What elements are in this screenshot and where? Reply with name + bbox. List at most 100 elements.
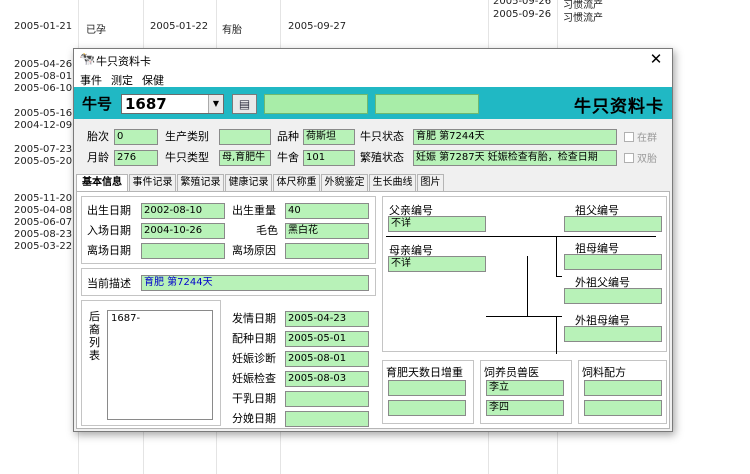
bg-cell: 2005-06-07 — [14, 217, 73, 228]
feed-field-1[interactable] — [584, 380, 662, 396]
age-label: 月龄 — [87, 151, 109, 164]
bg-cell: 2005-09-26 — [493, 9, 552, 20]
mating-label: 配种日期 — [232, 332, 276, 345]
preg-diag-field[interactable]: 2005-08-01 — [285, 351, 369, 367]
bg-cell: 2005-05-16 — [14, 108, 73, 119]
tab-event-records[interactable]: 事件记录 — [129, 174, 176, 191]
bg-cell: 2005-11-20 — [14, 193, 73, 204]
lookup-button[interactable]: ▤ — [232, 94, 257, 114]
dry-field[interactable] — [285, 391, 369, 407]
twin-checkbox[interactable]: 双胎 — [624, 150, 657, 165]
paternal-grandsire-field[interactable] — [564, 216, 662, 232]
menu-events[interactable]: 事件 — [80, 72, 102, 88]
tab-health-records[interactable]: 健康记录 — [225, 174, 272, 191]
status-label: 牛只状态 — [360, 130, 404, 143]
tab-breeding-records[interactable]: 繁殖记录 — [177, 174, 224, 191]
birth-date-field[interactable]: 2002-08-10 — [141, 203, 225, 219]
list-item[interactable]: 1687- — [111, 313, 209, 324]
breed-status-field[interactable]: 妊娠 第7287天 妊娠检查有胎，检查日期 — [413, 150, 617, 166]
calving-field[interactable] — [285, 411, 369, 427]
prod-type-field[interactable] — [219, 129, 271, 145]
birth-date-label: 出生日期 — [87, 204, 131, 217]
card-icon: ▤ — [238, 97, 251, 111]
leave-reason-field[interactable] — [285, 243, 369, 259]
bg-cell: 2005-04-08 — [14, 205, 73, 216]
bg-cell: 2005-01-22 — [150, 21, 209, 32]
estrus-label: 发情日期 — [232, 312, 276, 325]
feed-field-2[interactable] — [584, 400, 662, 416]
bg-cell: 2005-08-23 — [14, 229, 73, 240]
leave-reason-label: 离场原因 — [232, 244, 276, 257]
bg-cell: 2005-04-26 — [14, 59, 73, 70]
vet-field[interactable]: 李四 — [486, 400, 564, 416]
in-herd-checkbox[interactable]: 在群 — [624, 129, 657, 144]
coat-field[interactable]: 黑白花 — [285, 223, 369, 239]
menu-health[interactable]: 保健 — [142, 72, 164, 88]
entry-date-label: 入场日期 — [87, 224, 131, 237]
current-desc-field[interactable]: 育肥 第7244天 — [141, 275, 369, 291]
dry-label: 干乳日期 — [232, 392, 276, 405]
coat-label: 毛色 — [256, 224, 278, 237]
mating-field[interactable]: 2005-05-01 — [285, 331, 369, 347]
barn-field[interactable]: 101 — [303, 150, 355, 166]
birth-weight-field[interactable]: 40 — [285, 203, 369, 219]
bg-cell: 2004-12-09 — [14, 120, 73, 131]
twin-label: 双胎 — [637, 154, 657, 165]
tab-body-measure[interactable]: 体尺称重 — [273, 174, 320, 191]
tab-pictures[interactable]: 图片 — [417, 174, 444, 191]
breed-label: 品种 — [277, 130, 299, 143]
breed-field[interactable]: 荷斯坦 — [303, 129, 355, 145]
window-title: 牛只资料卡 — [96, 55, 151, 68]
tab-growth-curve[interactable]: 生长曲线 — [369, 174, 416, 191]
bg-cell: 2005-09-27 — [288, 21, 347, 32]
cow-record-dialog: 🐄 牛只资料卡 ✕ 事件 测定 保健 牛号 1687 ▼ ▤ 牛只资料卡 胎次 … — [73, 48, 673, 432]
paternal-granddam-field[interactable] — [564, 254, 662, 270]
maternal-grandsire-field[interactable] — [564, 288, 662, 304]
title-bar[interactable]: 🐄 牛只资料卡 ✕ — [74, 49, 672, 71]
preg-check-label: 妊娠检查 — [232, 372, 276, 385]
leave-date-field[interactable] — [141, 243, 225, 259]
header-title: 牛只资料卡 — [574, 97, 664, 117]
sire-field[interactable]: 不详 — [388, 216, 486, 232]
preg-diag-label: 妊娠诊断 — [232, 352, 276, 365]
parity-field[interactable]: 0 — [114, 129, 158, 145]
preg-check-field[interactable]: 2005-08-03 — [285, 371, 369, 387]
tab-basic-info[interactable]: 基本信息 — [76, 174, 128, 192]
keeper-field[interactable]: 李立 — [486, 380, 564, 396]
menu-measure[interactable]: 测定 — [111, 72, 133, 88]
maternal-granddam-field[interactable] — [564, 326, 662, 342]
current-desc-label: 当前描述 — [87, 277, 131, 290]
keeper-label: 饲养员兽医 — [484, 366, 539, 379]
leave-date-label: 离场日期 — [87, 244, 131, 257]
cow-app-icon: 🐄 — [79, 52, 96, 67]
offspring-list[interactable]: 1687- — [107, 310, 213, 420]
birth-weight-label: 出生重量 — [232, 204, 276, 217]
tab-appearance[interactable]: 外貌鉴定 — [321, 174, 368, 191]
bg-cell: 2005-07-23 — [14, 144, 73, 155]
status-field[interactable]: 育肥 第7244天 — [413, 129, 617, 145]
bg-cell: 2005-05-20 — [14, 156, 73, 167]
close-button[interactable]: ✕ — [642, 49, 670, 71]
cow-id-label: 牛号 — [82, 95, 113, 113]
chevron-down-icon[interactable]: ▼ — [208, 95, 223, 113]
feed-label: 饲料配方 — [582, 366, 626, 379]
gain-field-2[interactable] — [388, 400, 466, 416]
cow-type-label: 牛只类型 — [165, 151, 209, 164]
header-field-1[interactable] — [264, 94, 368, 114]
entry-date-field[interactable]: 2004-10-26 — [141, 223, 225, 239]
offspring-label: 后裔列表 — [89, 310, 100, 362]
gain-field-1[interactable] — [388, 380, 466, 396]
bg-cell: 2005-08-01 — [14, 71, 73, 82]
bg-cell: 习惯流产 — [563, 13, 603, 24]
basic-info-panel: 出生日期 2002-08-10 出生重量 40 入场日期 2004-10-26 … — [76, 191, 670, 429]
header-field-2[interactable] — [375, 94, 479, 114]
cow-id-combobox[interactable]: 1687 ▼ — [121, 94, 224, 114]
estrus-field[interactable]: 2005-04-23 — [285, 311, 369, 327]
dam-field[interactable]: 不详 — [388, 256, 486, 272]
age-field[interactable]: 276 — [114, 150, 158, 166]
prod-type-label: 生产类别 — [165, 130, 209, 143]
bg-cell: 2005-03-22 — [14, 241, 73, 252]
cow-type-field[interactable]: 母,育肥牛 — [219, 150, 271, 166]
breed-status-label: 繁殖状态 — [360, 151, 404, 164]
gain-label: 育肥天数日增重 — [386, 366, 463, 379]
